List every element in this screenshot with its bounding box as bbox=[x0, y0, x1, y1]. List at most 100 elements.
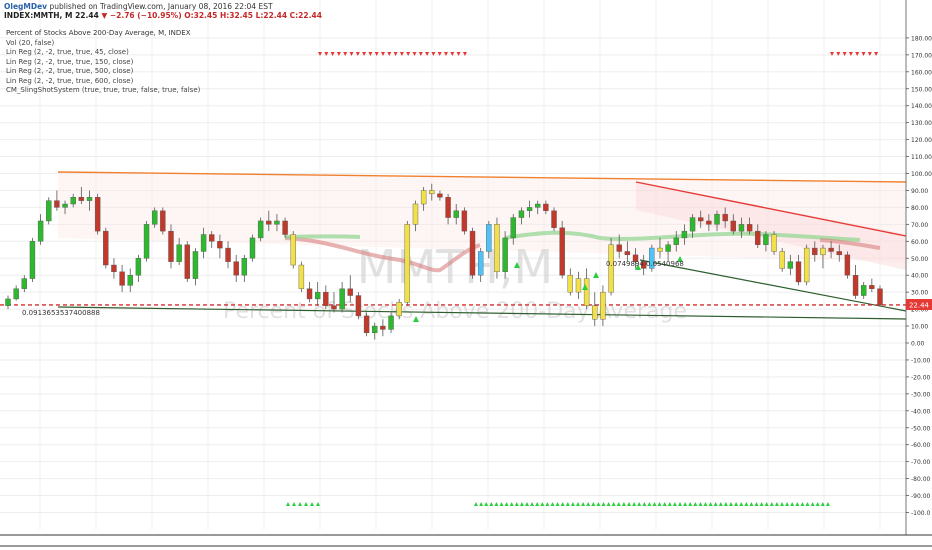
candle-body bbox=[714, 213, 720, 225]
candle-body bbox=[290, 234, 296, 266]
candle-body bbox=[192, 251, 199, 279]
candle-body bbox=[176, 244, 182, 262]
candle-body bbox=[453, 210, 459, 218]
study-item[interactable]: Lin Reg (2, -2, true, true, 600, close) bbox=[6, 77, 200, 87]
candle-body bbox=[5, 298, 11, 306]
axis-tick-label: -50.00 bbox=[911, 425, 931, 432]
candle-body bbox=[567, 275, 574, 293]
candle-body bbox=[583, 278, 590, 306]
candle-body bbox=[673, 237, 679, 245]
publisher-name[interactable]: OlegMDev bbox=[4, 2, 47, 11]
candle-body bbox=[526, 207, 533, 211]
candle-body bbox=[111, 264, 117, 273]
axis-tick-label: 170.00 bbox=[911, 52, 932, 59]
study-legend: Percent of Stocks Above 200-Day Average,… bbox=[6, 29, 200, 96]
candle-body bbox=[518, 210, 525, 218]
candle-body bbox=[217, 241, 223, 249]
study-item[interactable]: Lin Reg (2, -2, true, true, 150, close) bbox=[6, 58, 200, 68]
candle-body bbox=[763, 234, 769, 245]
candle-body bbox=[722, 213, 728, 222]
axis-tick-label: 60.00 bbox=[911, 239, 928, 246]
publish-line: OlegMDev published on TradingView.com, J… bbox=[4, 2, 273, 11]
symbol-line: INDEX:MMTH, M 22.44 ▼ −2.76 (−10.95%) O:… bbox=[4, 11, 322, 20]
candle-body bbox=[869, 285, 875, 289]
candle-body bbox=[420, 190, 427, 205]
last-price: 22.44 bbox=[75, 11, 99, 20]
ribbon-green-1 bbox=[284, 234, 361, 239]
candle-body bbox=[624, 251, 631, 256]
axis-tick-label: -90.00 bbox=[911, 493, 931, 500]
candle-body bbox=[502, 237, 508, 273]
published-text: published on TradingView.com, January 08… bbox=[49, 2, 273, 11]
candle-body bbox=[844, 254, 851, 276]
candle-body bbox=[257, 220, 264, 239]
candle-body bbox=[681, 230, 688, 239]
axis-tick-label: 180.00 bbox=[911, 35, 932, 42]
axis-tick-label: 30.00 bbox=[911, 290, 928, 297]
axis-tick-label: 150.00 bbox=[911, 86, 932, 93]
study-item[interactable]: Lin Reg (2, -2, true, true, 45, close) bbox=[6, 48, 200, 58]
candle-body bbox=[13, 288, 19, 300]
candle-body bbox=[608, 244, 614, 293]
axis-tick-label: -40.00 bbox=[911, 408, 931, 415]
axis-tick-label: -70.00 bbox=[911, 459, 931, 466]
study-item[interactable]: Lin Reg (2, -2, true, true, 500, close) bbox=[6, 67, 200, 77]
candle-body bbox=[54, 200, 60, 208]
candle-body bbox=[241, 258, 248, 276]
candle-body bbox=[160, 210, 166, 232]
candle-body bbox=[803, 247, 810, 283]
candle-body bbox=[828, 247, 834, 252]
candle-body bbox=[412, 203, 419, 225]
candle-body bbox=[812, 247, 818, 256]
candle-body bbox=[616, 244, 622, 252]
candle-body bbox=[363, 315, 370, 334]
candle-body bbox=[355, 295, 362, 317]
candle-body bbox=[37, 220, 44, 242]
candle-body bbox=[143, 224, 150, 259]
axis-tick-label: 110.00 bbox=[911, 154, 932, 161]
candle-body bbox=[396, 302, 402, 317]
candle-body bbox=[755, 230, 761, 245]
candle-body bbox=[62, 203, 68, 208]
candle-body bbox=[698, 217, 704, 222]
candle-body bbox=[477, 251, 484, 276]
candle-body bbox=[600, 291, 606, 320]
candle-body bbox=[331, 305, 337, 310]
candle-body bbox=[543, 203, 549, 211]
study-item[interactable]: CM_SlingShotSystem (true, true, true, fa… bbox=[6, 86, 200, 96]
candle-body bbox=[225, 247, 231, 262]
chart-title: Percent of Stocks Above 200-Day Average,… bbox=[6, 29, 191, 37]
down-arrow-icon: ▼ bbox=[101, 11, 108, 20]
candle-body bbox=[469, 230, 476, 276]
axis-tick-label: 120.00 bbox=[911, 137, 932, 144]
axis-tick-label: -60.00 bbox=[911, 442, 931, 449]
candle-body bbox=[103, 230, 109, 266]
candle-body bbox=[665, 244, 671, 252]
candle-body bbox=[119, 271, 125, 286]
candle-body bbox=[135, 258, 142, 276]
svg-text:22.44: 22.44 bbox=[909, 302, 930, 310]
mid-annotation-2: 0.0540968 bbox=[646, 260, 684, 268]
candle-body bbox=[298, 264, 305, 289]
candle-body bbox=[372, 325, 378, 334]
candle-body bbox=[795, 261, 802, 283]
symbol: INDEX:MMTH, M bbox=[4, 11, 73, 20]
candle-body bbox=[209, 234, 215, 242]
axis-tick-label: 160.00 bbox=[911, 69, 932, 76]
candle-body bbox=[437, 193, 443, 198]
candle-body bbox=[592, 305, 598, 320]
candle-body bbox=[282, 220, 288, 235]
candle-body bbox=[323, 291, 329, 306]
candle-body bbox=[836, 251, 842, 256]
candle-body bbox=[787, 261, 794, 269]
axis-tick-label: -20.00 bbox=[911, 374, 931, 381]
candle-body bbox=[184, 244, 190, 279]
candle-body bbox=[461, 210, 468, 232]
candle-body bbox=[306, 288, 313, 300]
study-item[interactable]: Vol (20, false) bbox=[6, 39, 200, 49]
candle-body bbox=[657, 247, 663, 252]
candle-body bbox=[551, 210, 557, 228]
candle-body bbox=[738, 224, 745, 232]
axis-tick-label: 80.00 bbox=[911, 205, 928, 212]
candle-body bbox=[29, 241, 36, 279]
